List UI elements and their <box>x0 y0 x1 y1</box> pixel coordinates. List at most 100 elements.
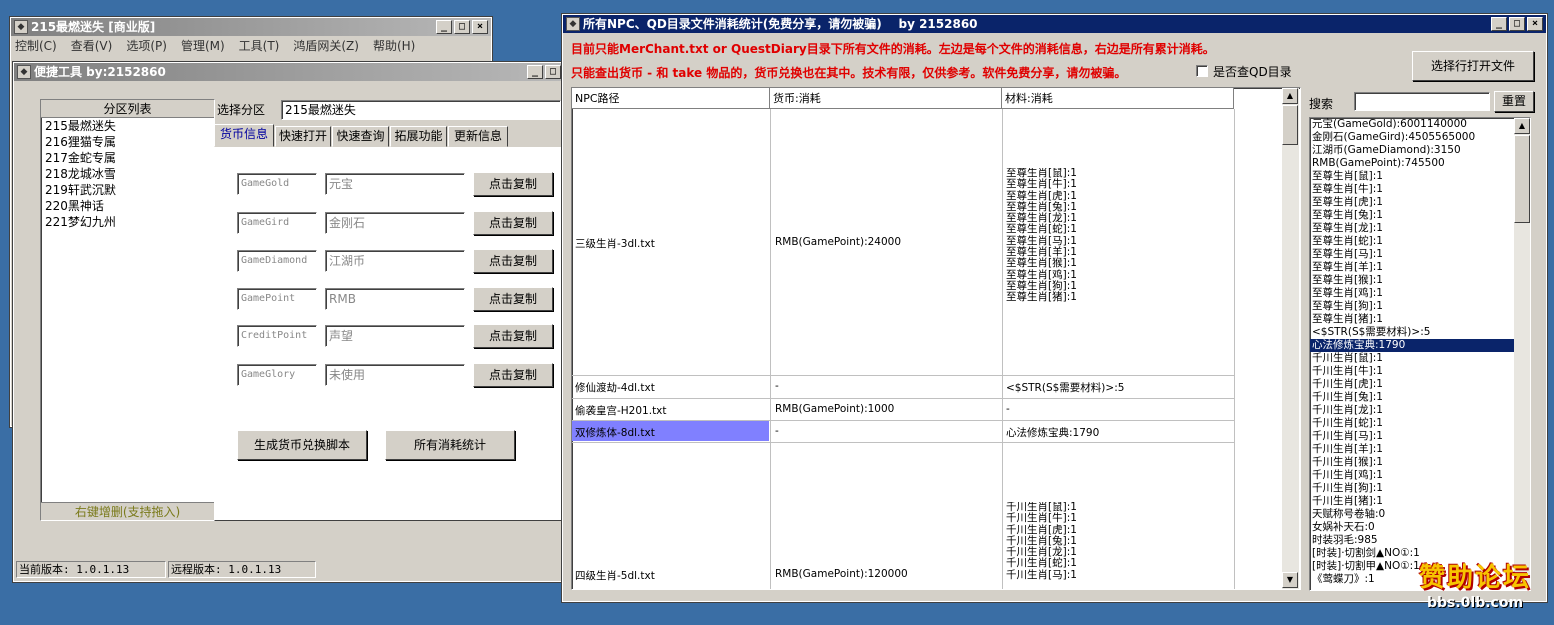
menu-manage[interactable]: 管理(M) <box>181 36 225 56</box>
total-item[interactable]: 千川生肖[兔]:1 <box>1310 391 1515 404</box>
scroll-down-button[interactable]: ▼ <box>1282 572 1298 588</box>
table-row[interactable]: 偷袭皇宫-H201.txt RMB(GamePoint):1000 - <box>572 399 1234 420</box>
totals-list[interactable]: 元宝(GameGold):6001140000 金刚石(GameGird):450… <box>1309 117 1531 591</box>
all-consumption-stats-button[interactable]: 所有消耗统计 <box>385 430 515 460</box>
menu-help[interactable]: 帮助(H) <box>373 36 415 56</box>
copy-button[interactable]: 点击复制 <box>473 287 553 311</box>
partition-item[interactable]: 219轩武沉默 <box>41 182 214 198</box>
tab-extensions[interactable]: 拓展功能 <box>390 126 447 147</box>
total-item[interactable]: <$STR(S$需要材料)>:5 <box>1310 326 1515 339</box>
totals-scrollbar[interactable]: ▲ <box>1514 118 1530 590</box>
close-button[interactable]: × <box>472 20 488 34</box>
currency-key-field[interactable]: GamePoint <box>237 288 317 310</box>
total-item[interactable]: 千川生肖[狗]:1 <box>1310 482 1515 495</box>
main-window-titlebar[interactable]: ◆ 215最燃迷失 [商业版] _ □ × <box>11 18 491 36</box>
total-item[interactable]: 心法修炼宝典:1790 <box>1310 339 1515 352</box>
menu-view[interactable]: 查看(V) <box>71 36 113 56</box>
currency-name-field[interactable]: 声望 <box>325 325 465 347</box>
maximize-button[interactable]: □ <box>545 65 561 79</box>
maximize-button[interactable]: □ <box>1509 17 1525 31</box>
menu-gateway[interactable]: 鸿盾网关(Z) <box>293 36 359 56</box>
copy-button[interactable]: 点击复制 <box>473 211 553 235</box>
search-input[interactable] <box>1354 92 1490 111</box>
total-item[interactable]: 元宝(GameGold):6001140000 <box>1310 118 1515 131</box>
total-item[interactable]: 至尊生肖[蛇]:1 <box>1310 235 1515 248</box>
scroll-up-button[interactable]: ▲ <box>1514 118 1530 134</box>
total-item[interactable]: 至尊生肖[鸡]:1 <box>1310 287 1515 300</box>
tab-update-info[interactable]: 更新信息 <box>448 126 508 147</box>
partition-item[interactable]: 220黑神话 <box>41 198 214 214</box>
copy-button[interactable]: 点击复制 <box>473 249 553 273</box>
total-item[interactable]: 千川生肖[马]:1 <box>1310 430 1515 443</box>
scroll-thumb[interactable] <box>1514 135 1530 223</box>
tab-quick-query[interactable]: 快速查询 <box>332 126 389 147</box>
currency-key-field[interactable]: GameGird <box>237 212 317 234</box>
minimize-button[interactable]: _ <box>1491 17 1507 31</box>
total-item[interactable]: 至尊生肖[猪]:1 <box>1310 313 1515 326</box>
total-item[interactable]: 女娲补天石:0 <box>1310 521 1515 534</box>
partition-item[interactable]: 216狸猫专属 <box>41 134 214 150</box>
total-item[interactable]: 至尊生肖[猴]:1 <box>1310 274 1515 287</box>
tab-currency-info[interactable]: 货币信息 <box>214 124 274 147</box>
table-row[interactable]: 三级生肖-3dl.txt RMB(GamePoint):24000 至尊生肖[鼠… <box>572 110 1234 375</box>
total-item[interactable]: 时装羽毛:985 <box>1310 534 1515 547</box>
menu-tools[interactable]: 工具(T) <box>239 36 280 56</box>
copy-button[interactable]: 点击复制 <box>473 363 553 387</box>
column-header-npc-path[interactable]: NPC路径 <box>572 88 770 109</box>
menu-control[interactable]: 控制(C) <box>15 36 57 56</box>
copy-button[interactable]: 点击复制 <box>473 324 553 348</box>
generate-exchange-script-button[interactable]: 生成货币兑换脚本 <box>237 430 367 460</box>
scroll-up-button[interactable]: ▲ <box>1282 88 1298 104</box>
total-item[interactable]: 天赋称号卷轴:0 <box>1310 508 1515 521</box>
total-item[interactable]: RMB(GamePoint):745500 <box>1310 157 1515 170</box>
partition-item[interactable]: 221梦幻九州 <box>41 214 214 230</box>
currency-key-field[interactable]: GameGold <box>237 173 317 195</box>
total-item[interactable]: 至尊生肖[马]:1 <box>1310 248 1515 261</box>
total-item[interactable]: 至尊生肖[牛]:1 <box>1310 183 1515 196</box>
maximize-button[interactable]: □ <box>454 20 470 34</box>
partition-item[interactable]: 218龙城冰雪 <box>41 166 214 182</box>
total-item[interactable]: [时装]·切割剑▲NO①:1 <box>1310 547 1515 560</box>
tab-quick-open[interactable]: 快速打开 <box>275 126 331 147</box>
table-row[interactable]: 修仙渡劫-4dl.txt - <$STR(S$需要材料)>:5 <box>572 376 1234 397</box>
reset-button[interactable]: 重置 <box>1494 91 1534 112</box>
total-item[interactable]: 至尊生肖[虎]:1 <box>1310 196 1515 209</box>
total-item[interactable]: 金刚石(GameGird):4505565000 <box>1310 131 1515 144</box>
total-item[interactable]: 至尊生肖[鼠]:1 <box>1310 170 1515 183</box>
close-button[interactable]: × <box>1527 17 1543 31</box>
currency-key-field[interactable]: GameDiamond <box>237 250 317 272</box>
column-header-currency[interactable]: 货币:消耗 <box>770 88 1002 109</box>
total-item[interactable]: 千川生肖[龙]:1 <box>1310 404 1515 417</box>
menu-options[interactable]: 选项(P) <box>126 36 167 56</box>
total-item[interactable]: 千川生肖[猪]:1 <box>1310 495 1515 508</box>
total-item[interactable]: 千川生肖[虎]:1 <box>1310 378 1515 391</box>
currency-name-field[interactable]: 元宝 <box>325 173 465 195</box>
tool-window-titlebar[interactable]: ◆ 便捷工具 by:2152860 _ □ <box>14 63 564 81</box>
total-item[interactable]: 至尊生肖[龙]:1 <box>1310 222 1515 235</box>
total-item[interactable]: 至尊生肖[狗]:1 <box>1310 300 1515 313</box>
currency-name-field[interactable]: 金刚石 <box>325 212 465 234</box>
total-item[interactable]: 千川生肖[鼠]:1 <box>1310 352 1515 365</box>
total-item[interactable]: 千川生肖[鸡]:1 <box>1310 469 1515 482</box>
stats-window-titlebar[interactable]: ◆ 所有NPC、QD目录文件消耗统计(免费分享，请勿被骗) by 2152860… <box>563 15 1546 33</box>
partition-item[interactable]: 215最燃迷失 <box>41 118 214 134</box>
total-item[interactable]: 江湖币(GameDiamond):3150 <box>1310 144 1515 157</box>
partition-item[interactable]: 217金蛇专属 <box>41 150 214 166</box>
qd-checkbox[interactable] <box>1196 65 1208 77</box>
minimize-button[interactable]: _ <box>527 65 543 79</box>
total-item[interactable]: 至尊生肖[兔]:1 <box>1310 209 1515 222</box>
table-row[interactable]: 双修炼体-8dl.txt - 心法修炼宝典:1790 <box>572 421 1234 442</box>
currency-name-field[interactable]: RMB <box>325 288 465 310</box>
total-item[interactable]: 至尊生肖[羊]:1 <box>1310 261 1515 274</box>
partition-list[interactable]: 分区列表 215最燃迷失 216狸猫专属 217金蛇专属 218龙城冰雪 219… <box>40 99 215 521</box>
currency-name-field[interactable]: 江湖币 <box>325 250 465 272</box>
scroll-thumb[interactable] <box>1282 105 1298 145</box>
open-file-button[interactable]: 选择行打开文件 <box>1412 51 1534 81</box>
total-item[interactable]: 千川生肖[羊]:1 <box>1310 443 1515 456</box>
total-item[interactable]: 千川生肖[猴]:1 <box>1310 456 1515 469</box>
table-scrollbar[interactable]: ▲ ▼ <box>1282 88 1299 589</box>
currency-key-field[interactable]: GameGlory <box>237 364 317 386</box>
currency-key-field[interactable]: CreditPoint <box>237 325 317 347</box>
currency-name-field[interactable]: 未使用 <box>325 364 465 386</box>
table-row[interactable]: 四级生肖-5dl.txt RMB(GamePoint):120000 千川生肖[… <box>572 443 1234 589</box>
